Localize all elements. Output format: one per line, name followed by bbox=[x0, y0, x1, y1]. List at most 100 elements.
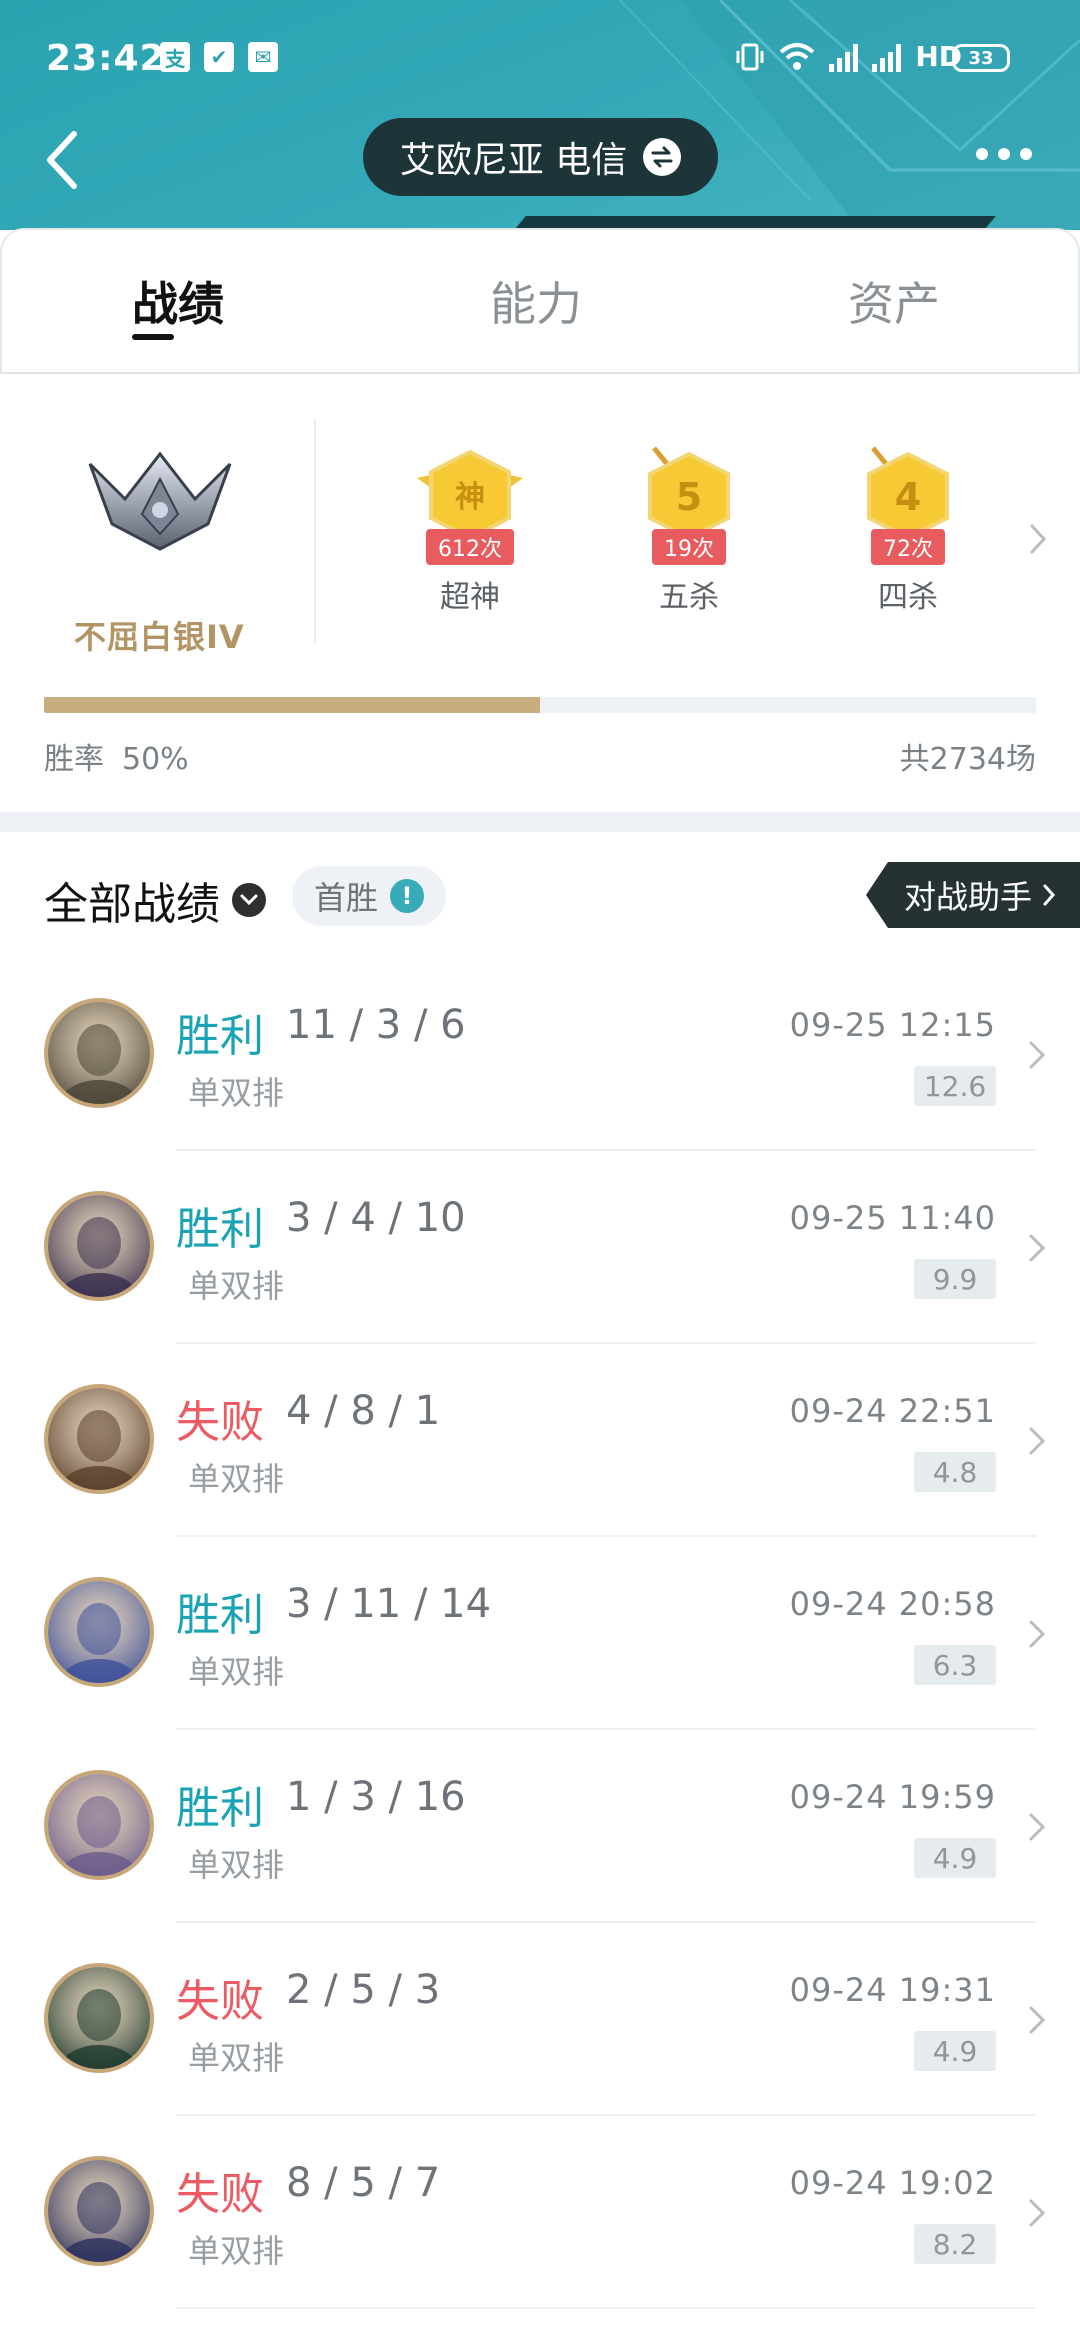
signal-5g-icon bbox=[872, 42, 902, 72]
battle-assistant-button[interactable]: 对战助手 bbox=[866, 862, 1080, 928]
tab-assets[interactable]: 资产 bbox=[671, 230, 1078, 372]
badge-count: 72次 bbox=[871, 529, 945, 565]
match-score-badge: 4.9 bbox=[914, 2031, 996, 2071]
match-score-badge: 12.6 bbox=[914, 1066, 996, 1106]
winrate-label: 胜率 50% bbox=[44, 734, 189, 778]
match-mode: 单双排 bbox=[188, 2232, 285, 2270]
match-result: 胜利 bbox=[176, 1204, 264, 1255]
match-kda: 2 / 5 / 3 bbox=[286, 1967, 441, 2013]
swap-icon bbox=[643, 138, 682, 176]
badge-count: 612次 bbox=[426, 529, 514, 565]
row-divider bbox=[176, 2307, 1036, 2309]
match-mode: 单双排 bbox=[188, 1074, 285, 1112]
match-kda: 3 / 4 / 10 bbox=[286, 1195, 466, 1241]
wifi-icon bbox=[779, 42, 815, 70]
header: 23:42 支 ✔ ✉ HD 33 艾欧尼亚 电信 bbox=[0, 0, 1080, 230]
battery-icon: 33 bbox=[952, 44, 1010, 72]
chevron-right-icon[interactable] bbox=[1028, 522, 1048, 556]
match-filter-dropdown[interactable]: 全部战绩 bbox=[44, 868, 266, 932]
match-time: 09-24 22:51 bbox=[789, 1392, 996, 1430]
mail-icon: ✉ bbox=[248, 42, 278, 72]
winrate-bar bbox=[44, 697, 1036, 713]
assistant-label: 对战助手 bbox=[903, 878, 1032, 916]
match-result: 失败 bbox=[176, 2169, 264, 2220]
match-mode: 单双排 bbox=[188, 1846, 285, 1884]
match-row[interactable]: 胜利 3 / 11 / 14 单双排 09-24 20:58 6.3 bbox=[0, 1537, 1080, 1730]
champion-avatar bbox=[44, 1963, 154, 2073]
first-win-chip[interactable]: 首胜 ! bbox=[292, 866, 447, 926]
champion-avatar bbox=[44, 1191, 154, 1301]
match-score-badge: 6.3 bbox=[914, 1645, 996, 1685]
match-row[interactable]: 失败 4 / 8 / 1 单双排 09-24 22:51 4.8 bbox=[0, 1344, 1080, 1537]
chevron-right-icon bbox=[1029, 1234, 1046, 1262]
filter-row: 全部战绩 首胜 ! 对战助手 bbox=[0, 832, 1080, 962]
match-result: 失败 bbox=[176, 1397, 264, 1448]
quadrakill-glyph: 4 bbox=[895, 475, 921, 519]
badge-pentakill[interactable]: 5 19次 五杀 bbox=[619, 444, 759, 616]
match-row[interactable]: 胜利 1 / 3 / 16 单双排 09-24 19:59 4.9 bbox=[0, 1730, 1080, 1923]
vibrate-icon bbox=[736, 43, 764, 70]
match-time: 09-24 19:59 bbox=[789, 1778, 996, 1816]
match-mode: 单双排 bbox=[188, 1653, 285, 1691]
tab-bar: 战绩 能力 资产 bbox=[0, 228, 1080, 374]
match-kda: 8 / 5 / 7 bbox=[286, 2160, 441, 2206]
winrate-value: 50% bbox=[122, 742, 189, 777]
match-result: 胜利 bbox=[176, 1783, 264, 1834]
badge-label: 四杀 bbox=[878, 580, 938, 615]
server-switch-button[interactable]: 艾欧尼亚 电信 bbox=[363, 118, 718, 196]
match-time: 09-25 12:15 bbox=[789, 1006, 996, 1044]
chevron-right-icon bbox=[1043, 884, 1056, 906]
chevron-right-icon bbox=[1029, 2199, 1046, 2227]
status-time: 23:42 bbox=[46, 38, 166, 79]
chevron-right-icon bbox=[1029, 1427, 1046, 1455]
pentakill-glyph: 5 bbox=[676, 475, 702, 519]
status-bar: 23:42 支 ✔ ✉ HD 33 bbox=[0, 0, 1080, 120]
multikill-badges: 神 612次 超神 5 19次 五杀 4 72次 四杀 bbox=[0, 374, 1080, 674]
match-kda: 4 / 8 / 1 bbox=[286, 1388, 441, 1434]
match-score-badge: 4.8 bbox=[914, 1452, 996, 1492]
match-mode: 单双排 bbox=[188, 1460, 285, 1498]
first-win-label: 首胜 bbox=[314, 879, 379, 917]
match-time: 09-24 20:58 bbox=[789, 1585, 996, 1623]
match-mode: 单双排 bbox=[188, 2039, 285, 2077]
match-time: 09-24 19:31 bbox=[789, 1971, 996, 2009]
tab-ability[interactable]: 能力 bbox=[401, 230, 670, 372]
champion-avatar bbox=[44, 2156, 154, 2266]
match-row[interactable]: 失败 2 / 5 / 3 单双排 09-24 19:31 4.9 bbox=[0, 1923, 1080, 2116]
chevron-right-icon bbox=[1029, 1813, 1046, 1841]
match-result: 胜利 bbox=[176, 1011, 264, 1062]
chevron-right-icon bbox=[1029, 1620, 1046, 1648]
badge-legendary[interactable]: 神 612次 超神 bbox=[400, 444, 540, 616]
match-row[interactable]: 胜利 11 / 3 / 6 单双排 09-25 12:15 12.6 bbox=[0, 958, 1080, 1151]
match-row[interactable]: 失败 8 / 5 / 7 单双排 09-24 19:02 8.2 bbox=[0, 2116, 1080, 2309]
back-icon[interactable] bbox=[40, 128, 84, 192]
match-row[interactable]: 胜利 3 / 4 / 10 单双排 09-25 11:40 9.9 bbox=[0, 1151, 1080, 1344]
tab-record[interactable]: 战绩 bbox=[2, 230, 401, 372]
match-time: 09-24 19:02 bbox=[789, 2164, 996, 2202]
champion-avatar bbox=[44, 1577, 154, 1687]
champion-avatar bbox=[44, 1384, 154, 1494]
match-time: 09-25 11:40 bbox=[789, 1199, 996, 1237]
total-games: 共2734场 bbox=[899, 742, 1036, 777]
filter-title: 全部战绩 bbox=[44, 879, 220, 930]
champion-avatar bbox=[44, 1770, 154, 1880]
badge-label: 五杀 bbox=[659, 580, 719, 615]
rank-section: 不屈白银IV 神 612次 超神 5 19次 五杀 4 72次 四杀 胜率 50… bbox=[0, 374, 1080, 814]
badge-quadrakill[interactable]: 4 72次 四杀 bbox=[838, 444, 978, 616]
champion-avatar bbox=[44, 998, 154, 1108]
legendary-badge-icon: 神 612次 bbox=[415, 444, 525, 565]
status-indicators: HD bbox=[735, 40, 962, 73]
match-kda: 11 / 3 / 6 bbox=[286, 1002, 466, 1048]
match-score-badge: 4.9 bbox=[914, 1838, 996, 1878]
alipay-icon: 支 bbox=[160, 42, 190, 72]
server-name: 艾欧尼亚 电信 bbox=[399, 140, 628, 181]
check-icon: ✔ bbox=[204, 42, 234, 72]
winrate-title: 胜率 bbox=[44, 742, 104, 777]
chevron-down-icon bbox=[232, 883, 266, 917]
chevron-right-icon bbox=[1029, 2006, 1046, 2034]
quadrakill-badge-icon: 4 72次 bbox=[853, 444, 963, 565]
more-icon[interactable] bbox=[976, 144, 1040, 164]
match-result: 失败 bbox=[176, 1976, 264, 2027]
match-result: 胜利 bbox=[176, 1590, 264, 1641]
status-app-icons: 支 ✔ ✉ bbox=[160, 42, 278, 72]
